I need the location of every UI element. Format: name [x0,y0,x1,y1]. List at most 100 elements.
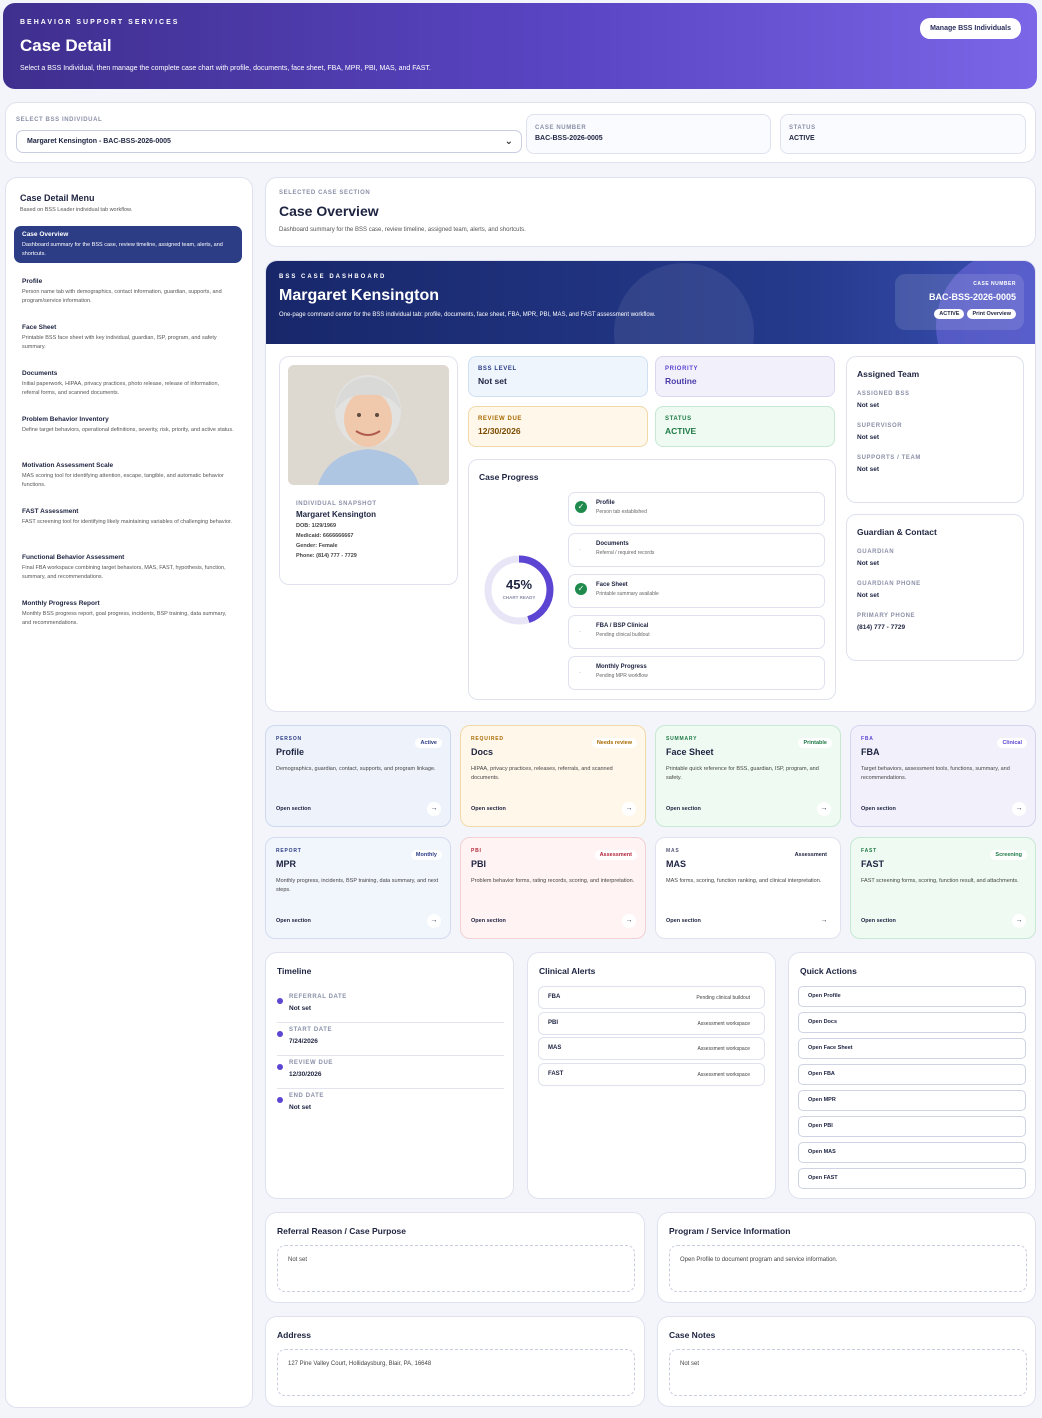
menu-item-label: Motivation Assessment Scale [22,462,114,469]
alert-item[interactable]: PBI Assessment workspace [538,1012,765,1035]
menu-item-desc: Define target behaviors, operational def… [22,427,234,433]
timeline-item: START DATE 7/24/2026 [277,1023,504,1056]
timeline-item: REFERRAL DATE Not set [277,990,504,1023]
progress-step-monthly-progress[interactable]: · Monthly Progress Pending MPR workflow [568,656,825,690]
case-number-value: BAC-BSS-2026-0005 [535,135,603,142]
arrow-right-icon[interactable]: → [817,802,831,816]
tile-fast[interactable]: FAST FAST Screening FAST screening forms, s… [850,837,1036,939]
selector-label: SELECT BSS INDIVIDUAL [16,117,103,123]
progress-title: Case Progress [479,472,539,482]
manage-individuals-button[interactable]: Manage BSS Individuals [920,18,1021,39]
open-section-link[interactable]: Open section [471,806,506,812]
tile-mas[interactable]: MAS MAS Assessment MAS forms, scoring, func… [655,837,841,939]
active-pill: ACTIVE [934,309,965,319]
open-section-link[interactable]: Open section [276,806,311,812]
stat-value: ACTIVE [665,426,697,436]
tile-badge: Active [415,738,442,748]
menu-item-problem-behavior-inventory[interactable]: Problem Behavior Inventory Define target … [14,411,242,440]
open-section-link[interactable]: Open section [861,806,896,812]
menu-item-case-overview[interactable]: Case Overview Dashboard summary for the B… [14,226,242,263]
alert-note: Pending clinical buildout [696,995,750,1001]
timeline-item: REVIEW DUE 12/30/2026 [277,1056,504,1089]
tile-title: MPR [276,859,296,869]
program-info-card: Program / Service Information Open Profi… [657,1212,1036,1303]
arrow-right-icon[interactable]: → [622,914,636,928]
arrow-right-icon[interactable]: → [622,802,636,816]
tile-title: PBI [471,859,487,869]
open-docs-button[interactable]: Open Docs [798,1012,1026,1033]
open-section-link[interactable]: Open section [666,918,701,924]
header-subtitle: Select a BSS Individual, then manage the… [20,65,431,72]
open-mpr-button[interactable]: Open MPR [798,1090,1026,1111]
tile-pbi[interactable]: PBI PBI Assessment Problem behavior forms, … [460,837,646,939]
tile-desc: FAST screening forms, scoring, function … [861,878,1019,884]
open-section-link[interactable]: Open section [471,918,506,924]
guardian-label: GUARDIAN [857,549,895,555]
progress-step-documents[interactable]: · Documents Referral / required records [568,533,825,567]
open-fba-button[interactable]: Open FBA [798,1064,1026,1085]
menu-item-desc: FAST screening tool for identifying like… [22,519,232,525]
open-profile-button[interactable]: Open Profile [798,986,1026,1007]
timeline-value: 12/30/2026 [289,1071,322,1078]
step-desc: Referral / required records [596,550,655,556]
review-due-stat: REVIEW DUE 12/30/2026 [468,406,648,447]
menu-item-face-sheet[interactable]: Face Sheet Printable BSS face sheet with … [14,319,242,356]
case-number-value: BAC-BSS-2026-0005 [928,292,1016,302]
open-mas-button[interactable]: Open MAS [798,1142,1026,1163]
menu-item-desc: Final FBA workspace combining target beh… [22,565,226,580]
tile-fba[interactable]: FBA FBA Clinical Target behaviors, assessme… [850,725,1036,827]
arrow-right-icon[interactable]: → [427,914,441,928]
assigned-team-card: Assigned Team ASSIGNED BSS Not set SUPERV… [846,356,1024,503]
menu-item-monthly-progress-report[interactable]: Monthly Progress Report Monthly BSS progr… [14,595,242,632]
arrow-right-icon[interactable]: → [427,802,441,816]
snapshot-medicaid: Medicaid: 6666666667 [296,533,354,539]
tile-profile[interactable]: PERSON Profile Active Demographics, guardia… [265,725,451,827]
print-overview-button[interactable]: Print Overview [967,309,1016,319]
menu-item-motivation-assessment-scale[interactable]: Motivation Assessment Scale MAS scoring t… [14,457,242,494]
open-pbi-button[interactable]: Open PBI [798,1116,1026,1137]
timeline-label: REFERRAL DATE [289,994,347,1000]
arrow-right-icon[interactable]: → [1012,914,1026,928]
menu-item-fast-assessment[interactable]: FAST Assessment FAST screening tool for i… [14,503,242,532]
step-title: Profile [596,500,615,506]
snapshot-gender: Gender: Female [296,543,338,549]
tile-mpr[interactable]: REPORT MPR Monthly Monthly progress, incide… [265,837,451,939]
progress-step-face-sheet[interactable]: ✓ Face Sheet Printable summary available [568,574,825,608]
alert-item[interactable]: FAST Assessment workspace [538,1063,765,1086]
alert-item[interactable]: MAS Assessment workspace [538,1037,765,1060]
stat-label: STATUS [665,416,692,422]
menu-item-documents[interactable]: Documents Initial paperwork, HIPAA, priva… [14,365,242,402]
tile-desc: Target behaviors, assessment tools, func… [861,766,1010,781]
individual-snapshot: INDIVIDUAL SNAPSHOT Margaret Kensington … [279,356,458,585]
menu-item-label: Functional Behavior Assessment [22,554,125,561]
program-value: Open Profile to document program and ser… [669,1245,1027,1292]
stat-label: PRIORITY [665,366,699,372]
progress-step-fba-bsp[interactable]: · FBA / BSP Clinical Pending clinical buil… [568,615,825,649]
team-value: Not set [857,434,880,441]
menu-subtitle: Based on BSS Leader individual tab workf… [20,207,133,213]
tile-face-sheet[interactable]: SUMMARY Face Sheet Printable Printable quic… [655,725,841,827]
case-number-card: CASE NUMBER BAC-BSS-2026-0005 ACTIVE Prin… [895,274,1024,330]
progress-step-profile[interactable]: ✓ Profile Person tab established [568,492,825,526]
page-title: Case Detail [20,36,112,55]
menu-item-functional-behavior-assessment[interactable]: Functional Behavior Assessment Final FBA … [14,549,242,586]
menu-item-profile[interactable]: Profile Person name tab with demographics… [14,273,242,310]
individual-select[interactable]: Margaret Kensington - BAC-BSS-2026-0005 … [16,130,522,153]
open-section-link[interactable]: Open section [666,806,701,812]
open-fast-button[interactable]: Open FAST [798,1168,1026,1189]
alert-item[interactable]: FBA Pending clinical buildout [538,986,765,1009]
case-notes-card: Case Notes Not set [657,1316,1036,1407]
tile-docs[interactable]: REQUIRED Docs Needs review HIPAA, privacy p… [460,725,646,827]
tile-desc: HIPAA, privacy practices, releases, refe… [471,766,613,781]
open-face-sheet-button[interactable]: Open Face Sheet [798,1038,1026,1059]
step-desc: Printable summary available [596,591,659,597]
arrow-right-icon[interactable]: → [1012,802,1026,816]
guardian-value: Not set [857,592,880,599]
menu-item-label: Monthly Progress Report [22,600,100,607]
tile-badge: Clinical [997,738,1027,748]
open-section-link[interactable]: Open section [276,918,311,924]
open-section-link[interactable]: Open section [861,918,896,924]
arrow-right-icon[interactable]: → [817,914,831,928]
chevron-down-icon: ⌄ [504,136,513,147]
address-title: Address [277,1330,312,1340]
